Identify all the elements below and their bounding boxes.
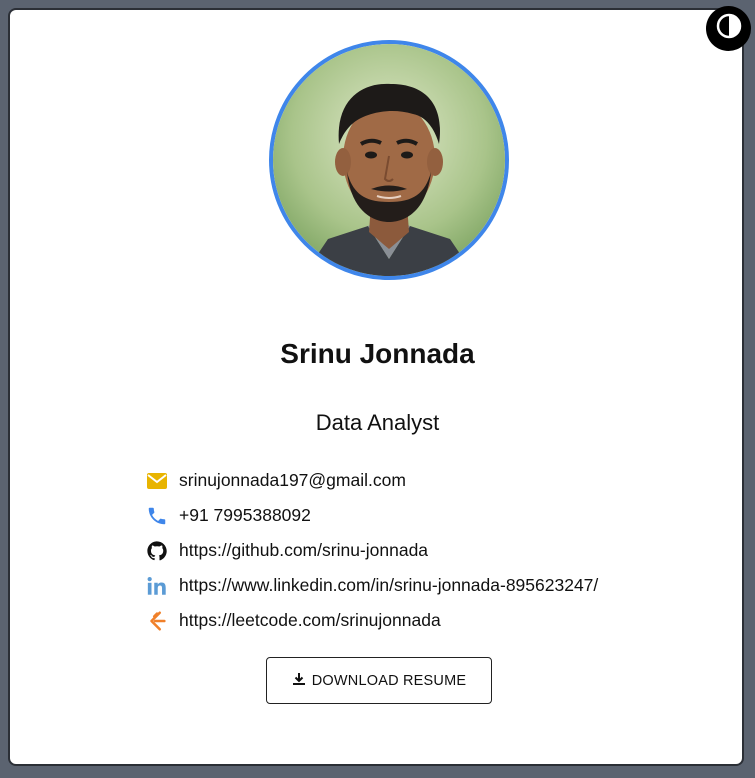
phone-icon [145, 504, 169, 528]
contact-github-text[interactable]: https://github.com/srinu-jonnada [179, 540, 428, 561]
avatar-photo [273, 44, 505, 276]
contact-leetcode[interactable]: https://leetcode.com/srinujonnada [145, 603, 598, 638]
contact-email-text[interactable]: srinujonnada197@gmail.com [179, 470, 406, 491]
email-icon [145, 469, 169, 493]
contact-leetcode-text[interactable]: https://leetcode.com/srinujonnada [179, 610, 441, 631]
contact-linkedin-text[interactable]: https://www.linkedin.com/in/srinu-jonnad… [179, 575, 598, 596]
contrast-icon [716, 13, 742, 44]
contact-phone-text[interactable]: +91 7995388092 [179, 505, 311, 526]
leetcode-icon [145, 609, 169, 633]
download-resume-label: DOWNLOAD RESUME [311, 672, 467, 689]
contact-github[interactable]: https://github.com/srinu-jonnada [145, 533, 598, 568]
profile-card: Srinu Jonnada Data Analyst srinujonnada1… [10, 10, 742, 764]
profile-name: Srinu Jonnada [280, 338, 475, 369]
contact-linkedin[interactable]: https://www.linkedin.com/in/srinu-jonnad… [145, 568, 598, 603]
profile-role: Data Analyst [315, 410, 440, 435]
download-resume-button[interactable]: DOWNLOAD RESUME [266, 657, 492, 704]
contact-list: srinujonnada197@gmail.com +91 7995388092… [145, 463, 598, 638]
github-icon [145, 539, 169, 563]
download-icon [292, 672, 306, 690]
contact-email[interactable]: srinujonnada197@gmail.com [145, 463, 598, 498]
linkedin-icon [145, 574, 169, 598]
contact-phone[interactable]: +91 7995388092 [145, 498, 598, 533]
theme-toggle-button[interactable] [706, 6, 751, 51]
profile-avatar [269, 40, 509, 280]
